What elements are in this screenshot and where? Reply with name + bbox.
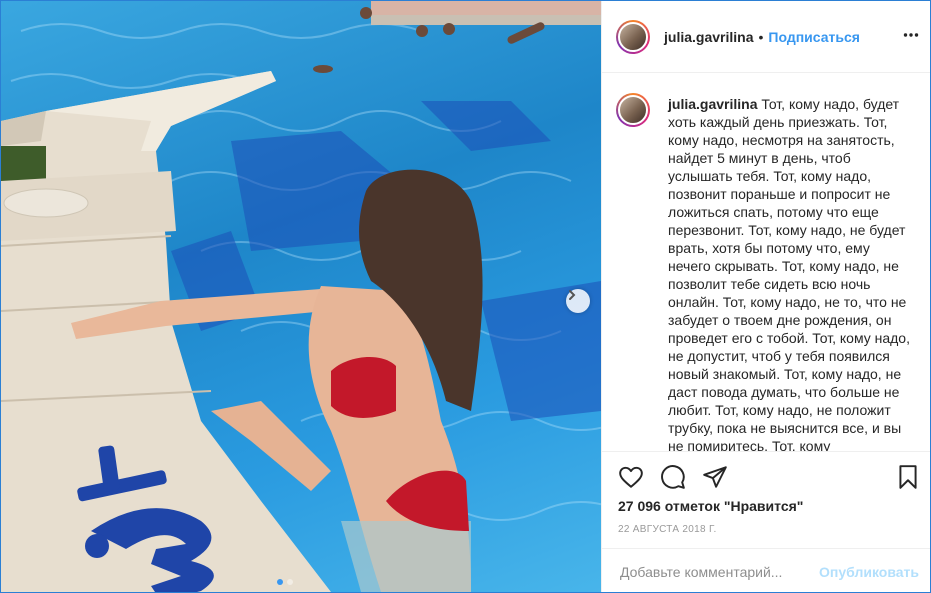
post-actions: 27 096 отметок "Нравится" 22 АВГУСТА 201… xyxy=(602,451,930,592)
likes-count[interactable]: 27 096 отметок "Нравится" xyxy=(618,498,803,514)
comment-input[interactable] xyxy=(618,563,820,581)
follow-button[interactable]: Подписаться xyxy=(768,29,860,45)
heart-icon[interactable] xyxy=(618,464,644,490)
action-icons xyxy=(618,464,728,490)
publish-button[interactable]: Опубликовать xyxy=(819,564,919,580)
header-separator: • xyxy=(758,28,764,45)
caption-body: Тот, кому надо, будет хоть каждый день п… xyxy=(668,96,910,451)
more-options-icon[interactable] xyxy=(903,27,919,43)
avatar-image xyxy=(618,21,648,52)
comment-bar: Опубликовать xyxy=(602,548,930,592)
caption: julia.gavrilina Тот, кому надо, будет хо… xyxy=(668,95,914,451)
carousel-dot xyxy=(287,579,293,585)
carousel-dot-active xyxy=(277,579,283,585)
header-username[interactable]: julia.gavrilina xyxy=(664,29,753,45)
share-icon[interactable] xyxy=(702,464,728,490)
comment-icon[interactable] xyxy=(660,464,686,490)
caption-username[interactable]: julia.gavrilina xyxy=(668,96,757,112)
carousel-indicator xyxy=(277,579,293,585)
post-date[interactable]: 22 АВГУСТА 2018 Г. xyxy=(618,524,717,535)
chevron-right-icon xyxy=(569,290,576,300)
post-header: julia.gavrilina • Подписаться xyxy=(602,1,930,73)
post-photo[interactable] xyxy=(1,1,601,592)
avatar[interactable] xyxy=(616,19,650,54)
next-photo-button[interactable] xyxy=(566,289,590,313)
avatar-image xyxy=(618,95,648,125)
caption-avatar[interactable] xyxy=(616,93,650,127)
caption-section: julia.gavrilina Тот, кому надо, будет хо… xyxy=(602,73,930,451)
post-side-panel: julia.gavrilina • Подписаться julia.gavr… xyxy=(601,1,930,592)
post-window: julia.gavrilina • Подписаться julia.gavr… xyxy=(0,0,931,593)
pool-scene xyxy=(1,1,601,592)
bookmark-icon[interactable] xyxy=(895,464,921,490)
